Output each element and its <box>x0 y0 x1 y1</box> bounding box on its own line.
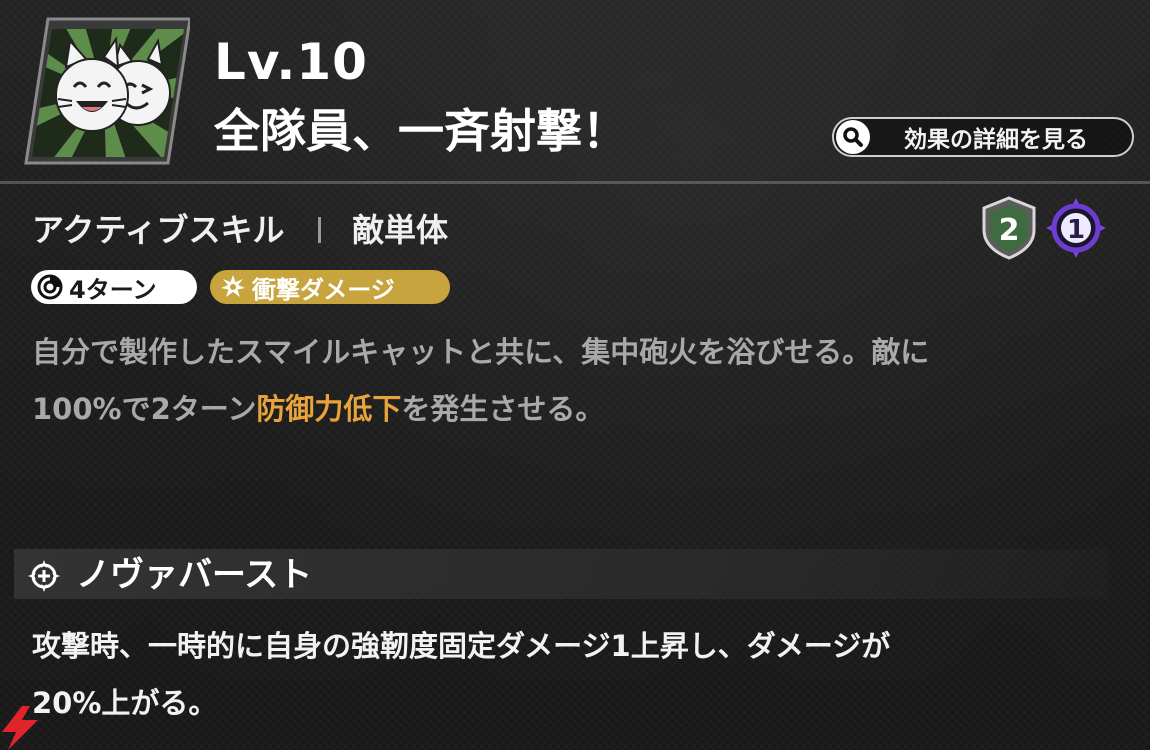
cooldown-label: 4ターン <box>69 275 157 304</box>
burst-badge: 1 <box>1044 196 1108 260</box>
burst-badge-value: 1 <box>1067 215 1085 245</box>
lightning-bolt-icon <box>0 706 40 750</box>
nova-burst-icon <box>28 560 60 592</box>
description-text-2: 100%で2ターン <box>32 392 257 426</box>
damage-type-label: 衝撃ダメージ <box>252 275 395 304</box>
skill-level: Lv.10 <box>214 33 368 91</box>
debuff-highlight: 防御力低下 <box>256 392 402 426</box>
cooldown-tag: 4ターン <box>31 270 197 304</box>
skill-description: 自分で製作したスマイルキャットと共に、集中砲火を浴びせる。敵に 100%で2ター… <box>32 324 1092 438</box>
nova-description-line-2: 20%上がる。 <box>32 686 218 720</box>
cooldown-icon <box>37 274 63 300</box>
description-text-1: 自分で製作したスマイルキャットと共に、集中砲火を浴びせる。敵に <box>32 335 930 369</box>
skill-target: 敵単体 <box>352 211 449 249</box>
nova-burst-title: ノヴァバースト <box>76 555 313 595</box>
skill-icon <box>18 15 192 165</box>
description-text-3: を発生させる。 <box>401 392 605 426</box>
skill-type: アクティブスキル <box>32 211 285 249</box>
view-details-button[interactable]: 効果の詳細を見る <box>832 117 1134 157</box>
skill-title: 全隊員、一斉射撃！ <box>214 104 628 158</box>
damage-type-tag: 衝撃ダメージ <box>210 270 450 304</box>
header-divider <box>0 181 1150 184</box>
shield-badge: 2 <box>980 196 1038 260</box>
nova-burst-description: 攻撃時、一時的に自身の強靭度固定ダメージ1上昇し、ダメージが 20%上がる。 <box>32 618 1092 732</box>
smiling-cats-icon <box>24 17 192 165</box>
shield-icon: 2 <box>982 196 1036 260</box>
type-separator <box>318 217 321 243</box>
nova-description-line-1: 攻撃時、一時的に自身の強靭度固定ダメージ1上昇し、ダメージが <box>32 629 891 663</box>
shield-badge-value: 2 <box>999 213 1020 248</box>
burst-ring-icon: 1 <box>1046 198 1106 258</box>
search-icon <box>836 120 870 154</box>
impact-icon <box>221 275 245 297</box>
view-details-label: 効果の詳細を見る <box>904 127 1088 153</box>
